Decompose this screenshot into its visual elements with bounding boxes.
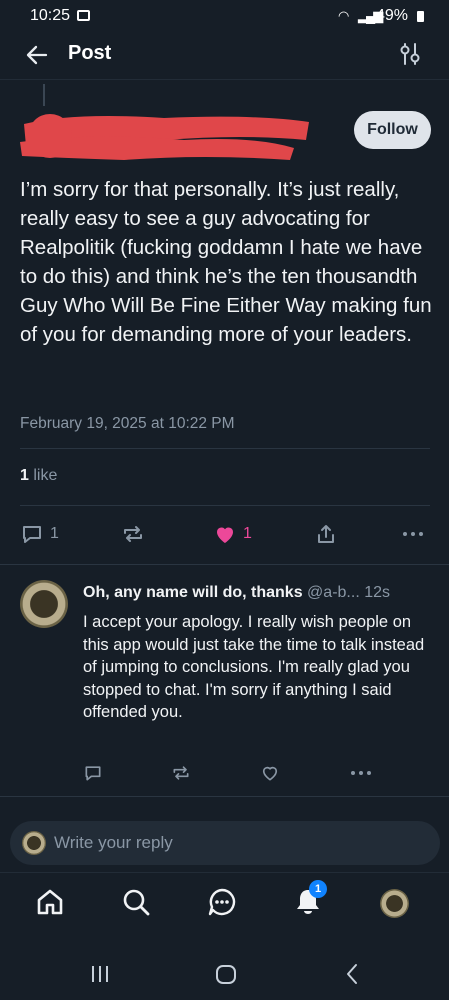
notification-badge: 1 <box>309 880 327 898</box>
thread-connector-line <box>43 84 45 106</box>
system-nav-bar <box>92 964 357 984</box>
redaction-scribble <box>20 114 309 160</box>
back-nav-icon[interactable] <box>347 964 357 984</box>
post-body: I’m sorry for that personally. It’s just… <box>20 178 432 346</box>
post-timestamp: February 19, 2025 at 10:22 PM <box>20 415 235 432</box>
divider <box>20 505 430 506</box>
divider <box>20 448 430 449</box>
follow-button[interactable]: Follow <box>354 111 431 149</box>
page-title: Post <box>68 42 112 64</box>
more-options-button[interactable] <box>402 521 424 547</box>
reply-reply-button[interactable] <box>83 760 103 786</box>
reply-compose-field[interactable]: Write your reply <box>10 821 440 865</box>
reply-more-options-button[interactable] <box>350 760 372 786</box>
likes-label: like <box>28 467 58 484</box>
recent-apps-icon[interactable] <box>92 966 108 982</box>
divider <box>0 796 449 797</box>
chat-icon[interactable] <box>207 887 237 917</box>
reply-body: I accept your apology. I really wish peo… <box>83 613 425 721</box>
repost-icon <box>124 526 142 542</box>
battery-icon <box>417 11 424 22</box>
divider <box>0 564 449 565</box>
wifi-icon: ◠ <box>338 8 350 23</box>
gallery-notification-icon <box>77 10 90 21</box>
share-icon <box>318 525 334 543</box>
like-button[interactable]: 1 <box>213 521 252 547</box>
reply-timestamp: 12s <box>359 584 391 601</box>
battery-percent: 49% <box>376 7 409 24</box>
reply-icon <box>23 526 41 543</box>
status-bar: 10:25 ◠ ▂▄▆ 49% <box>0 0 449 32</box>
search-icon[interactable] <box>121 887 151 917</box>
repost-button[interactable] <box>121 521 145 547</box>
heart-icon <box>262 766 278 781</box>
reply-header: Oh, any name will do, thanks @a-b... 12s <box>83 584 435 602</box>
reply-repost-button[interactable] <box>171 760 191 786</box>
share-button[interactable] <box>314 521 338 547</box>
reply-icon <box>85 766 101 781</box>
status-time: 10:25 <box>30 7 71 24</box>
more-icon <box>351 771 371 775</box>
bottom-tab-bar <box>0 872 449 936</box>
reply-author-handle: @a-b... <box>302 584 360 601</box>
reply-count: 1 <box>50 525 59 542</box>
reply-button[interactable]: 1 <box>20 521 59 547</box>
likes-summary[interactable]: 1 like <box>20 467 57 485</box>
repost-icon <box>173 766 189 780</box>
home-nav-icon[interactable] <box>216 965 236 984</box>
like-count: 1 <box>243 525 252 542</box>
back-arrow-icon[interactable] <box>24 42 50 68</box>
compose-placeholder: Write your reply <box>54 833 173 852</box>
top-header: Post <box>0 32 449 80</box>
reply-author-name[interactable]: Oh, any name will do, thanks <box>83 584 303 601</box>
settings-sliders-icon[interactable] <box>399 42 421 66</box>
home-icon[interactable] <box>35 887 65 917</box>
avatar[interactable] <box>20 580 68 628</box>
avatar[interactable] <box>380 889 409 918</box>
avatar <box>22 831 46 855</box>
heart-icon <box>217 527 233 543</box>
more-icon <box>403 532 423 536</box>
likes-count: 1 <box>20 467 29 484</box>
reply-like-button[interactable] <box>260 760 280 786</box>
